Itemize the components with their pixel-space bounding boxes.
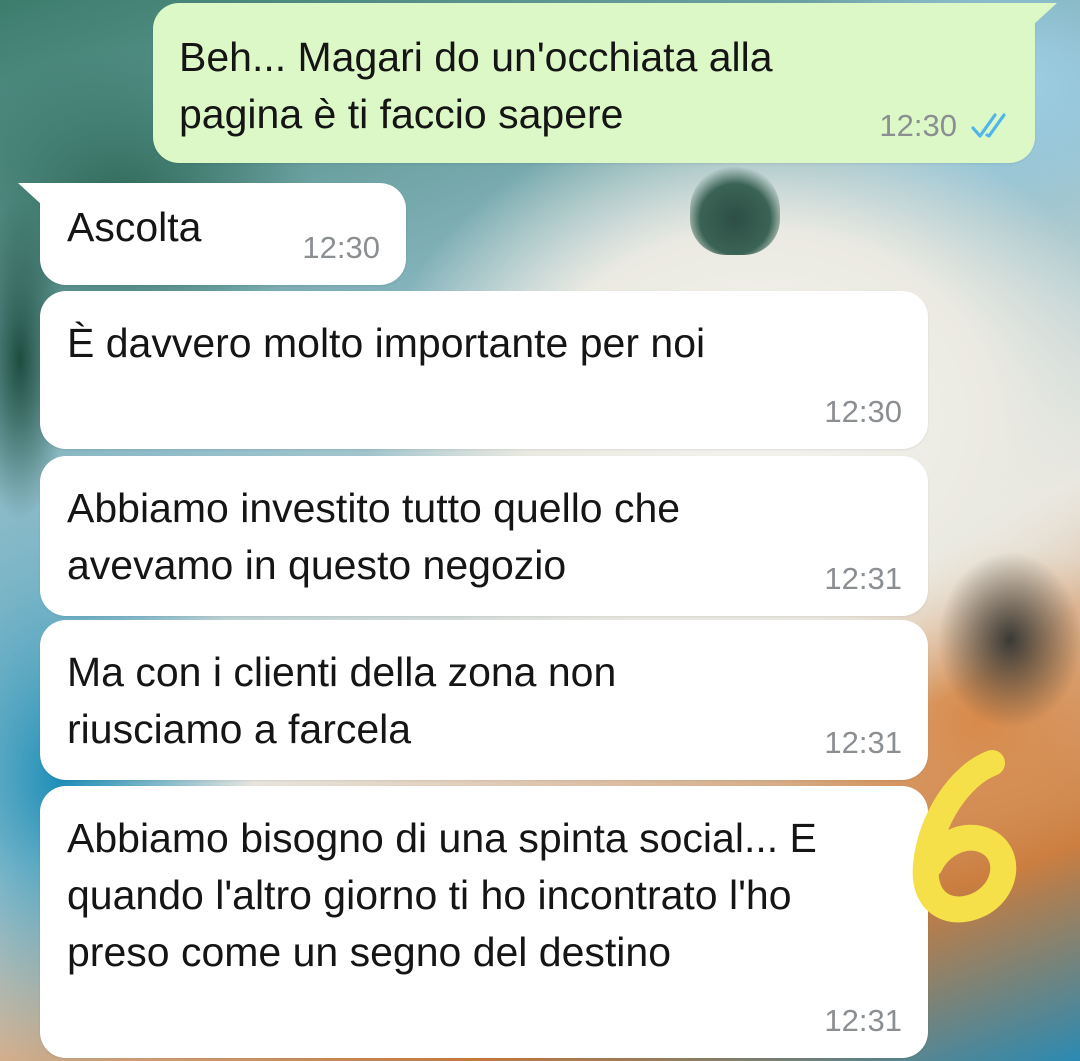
message-text: Abbiamo investito tutto quello che aveva… — [67, 485, 692, 588]
message-text: Abbiamo bisogno di una spinta social... … — [67, 815, 829, 975]
message-text: È davvero molto importante per noi — [67, 320, 706, 366]
message-text: Beh... Magari do un'occhiata alla pagina… — [179, 34, 784, 137]
message-text: Ma con i clienti della zona non riusciam… — [67, 649, 628, 752]
message-time: 12:30 — [824, 394, 902, 429]
message-time: 12:30 — [302, 230, 380, 265]
message-time: 12:30 — [879, 108, 957, 143]
message-outgoing[interactable]: Beh... Magari do un'occhiata alla pagina… — [153, 3, 1057, 163]
message-time: 12:31 — [824, 561, 902, 596]
message-incoming[interactable]: Ma con i clienti della zona non riusciam… — [40, 620, 928, 780]
message-incoming[interactable]: Abbiamo investito tutto quello che aveva… — [40, 456, 928, 616]
message-time: 12:31 — [824, 725, 902, 760]
handwritten-number-annotation — [912, 750, 1017, 923]
message-incoming[interactable]: Abbiamo bisogno di una spinta social... … — [40, 786, 928, 1058]
double-check-icon — [971, 113, 1006, 138]
message-time: 12:31 — [824, 1003, 902, 1038]
wallpaper-rock — [690, 165, 780, 255]
message-incoming[interactable]: Ascolta 12:30 — [18, 183, 406, 285]
message-incoming[interactable]: È davvero molto importante per noi 12:30 — [40, 291, 928, 449]
